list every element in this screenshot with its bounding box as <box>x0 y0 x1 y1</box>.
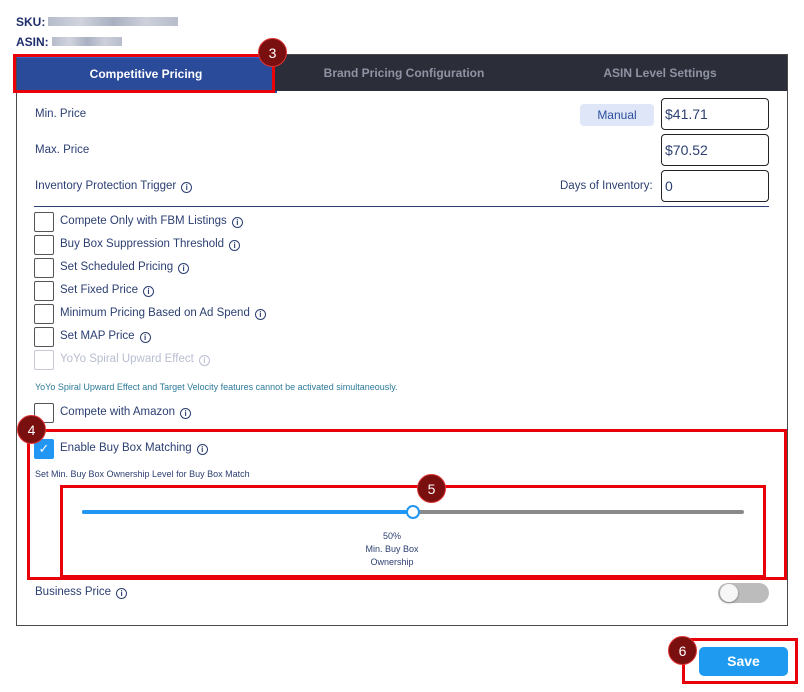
annotation-badge-4: 4 <box>17 415 46 444</box>
info-icon: i <box>198 355 210 366</box>
annotation-badge-6: 6 <box>668 636 697 665</box>
slider-value: 50% <box>382 531 401 541</box>
min-price-mode-button[interactable]: Manual <box>580 104 654 126</box>
yoyo-conflict-note: YoYo Spiral Upward Effect and Target Vel… <box>35 382 398 392</box>
checkbox-yoyo-spiral <box>34 350 54 370</box>
option-label: Compete with Amazon <box>60 406 176 418</box>
info-icon[interactable]: i <box>142 286 154 297</box>
inventory-protection-label: Inventory Protection Trigger i <box>35 180 193 193</box>
option-map-price: Set MAP Price i <box>60 330 151 343</box>
annotation-badge-3: 3 <box>258 38 287 67</box>
min-price-input[interactable]: $41.71 <box>661 98 769 130</box>
tab-asin-level-settings[interactable]: ASIN Level Settings <box>533 55 787 91</box>
option-scheduled-pricing: Set Scheduled Pricing i <box>60 261 190 274</box>
ownership-slider-fill <box>82 510 413 514</box>
checkbox-compete-fbm[interactable] <box>34 212 54 232</box>
option-label: Enable Buy Box Matching <box>60 442 192 454</box>
info-icon[interactable]: i <box>178 263 190 274</box>
info-icon[interactable]: i <box>180 408 192 419</box>
option-label: Compete Only with FBM Listings <box>60 215 227 227</box>
info-icon[interactable]: i <box>229 240 241 251</box>
sku-label: SKU: <box>16 15 46 29</box>
toggle-knob <box>720 584 738 602</box>
buy-box-ownership-label: Set Min. Buy Box Ownership Level for Buy… <box>35 469 250 479</box>
slider-caption-line2: Ownership <box>370 557 414 567</box>
asin-label: ASIN: <box>16 35 49 49</box>
save-button[interactable]: Save <box>699 647 788 676</box>
checkbox-map-price[interactable] <box>34 327 54 347</box>
active-tab-underline <box>17 91 277 93</box>
tab-competitive-pricing[interactable]: Competitive Pricing <box>17 55 275 91</box>
max-price-input[interactable]: $70.52 <box>661 134 769 166</box>
info-icon[interactable]: i <box>116 588 128 599</box>
business-price-toggle[interactable] <box>718 583 769 603</box>
check-icon: ✓ <box>38 441 50 456</box>
business-price-text: Business Price <box>35 586 112 598</box>
ownership-slider-thumb[interactable] <box>406 505 420 519</box>
option-compete-fbm: Compete Only with FBM Listings i <box>60 215 243 228</box>
business-price-label: Business Price i <box>35 586 128 599</box>
option-label: Buy Box Suppression Threshold <box>60 238 225 250</box>
max-price-label: Max. Price <box>35 144 90 156</box>
option-yoyo-spiral: YoYo Spiral Upward Effect i <box>60 353 210 366</box>
checkbox-fixed-price[interactable] <box>34 281 54 301</box>
option-label: YoYo Spiral Upward Effect <box>60 353 194 365</box>
option-ad-spend-pricing: Minimum Pricing Based on Ad Spend i <box>60 307 266 320</box>
option-buy-box-suppression: Buy Box Suppression Threshold i <box>60 238 241 251</box>
checkbox-scheduled-pricing[interactable] <box>34 258 54 278</box>
days-of-inventory-input[interactable]: 0 <box>661 170 769 202</box>
days-of-inventory-label: Days of Inventory: <box>560 180 653 192</box>
info-icon[interactable]: i <box>231 217 243 228</box>
option-label: Set MAP Price <box>60 330 135 342</box>
option-buy-box-matching: Enable Buy Box Matching i <box>60 442 208 455</box>
option-label: Set Fixed Price <box>60 284 138 296</box>
inventory-protection-text: Inventory Protection Trigger <box>35 180 177 192</box>
info-icon[interactable]: i <box>181 182 193 193</box>
option-label: Minimum Pricing Based on Ad Spend <box>60 307 250 319</box>
info-icon[interactable]: i <box>139 332 151 343</box>
info-icon[interactable]: i <box>196 444 208 455</box>
slider-caption-line1: Min. Buy Box <box>365 544 419 554</box>
info-icon[interactable]: i <box>254 309 266 320</box>
tab-bar: Competitive Pricing Brand Pricing Config… <box>17 55 787 91</box>
section-divider <box>34 206 769 207</box>
checkbox-buy-box-suppression[interactable] <box>34 235 54 255</box>
tab-brand-pricing-configuration[interactable]: Brand Pricing Configuration <box>275 55 533 91</box>
min-price-label: Min. Price <box>35 108 87 120</box>
annotation-badge-5: 5 <box>417 474 446 503</box>
asin-value-redacted <box>52 37 122 46</box>
sku-value-redacted <box>48 17 178 26</box>
option-fixed-price: Set Fixed Price i <box>60 284 154 297</box>
checkbox-ad-spend-pricing[interactable] <box>34 304 54 324</box>
option-compete-amazon: Compete with Amazon i <box>60 406 192 419</box>
option-label: Set Scheduled Pricing <box>60 261 174 273</box>
